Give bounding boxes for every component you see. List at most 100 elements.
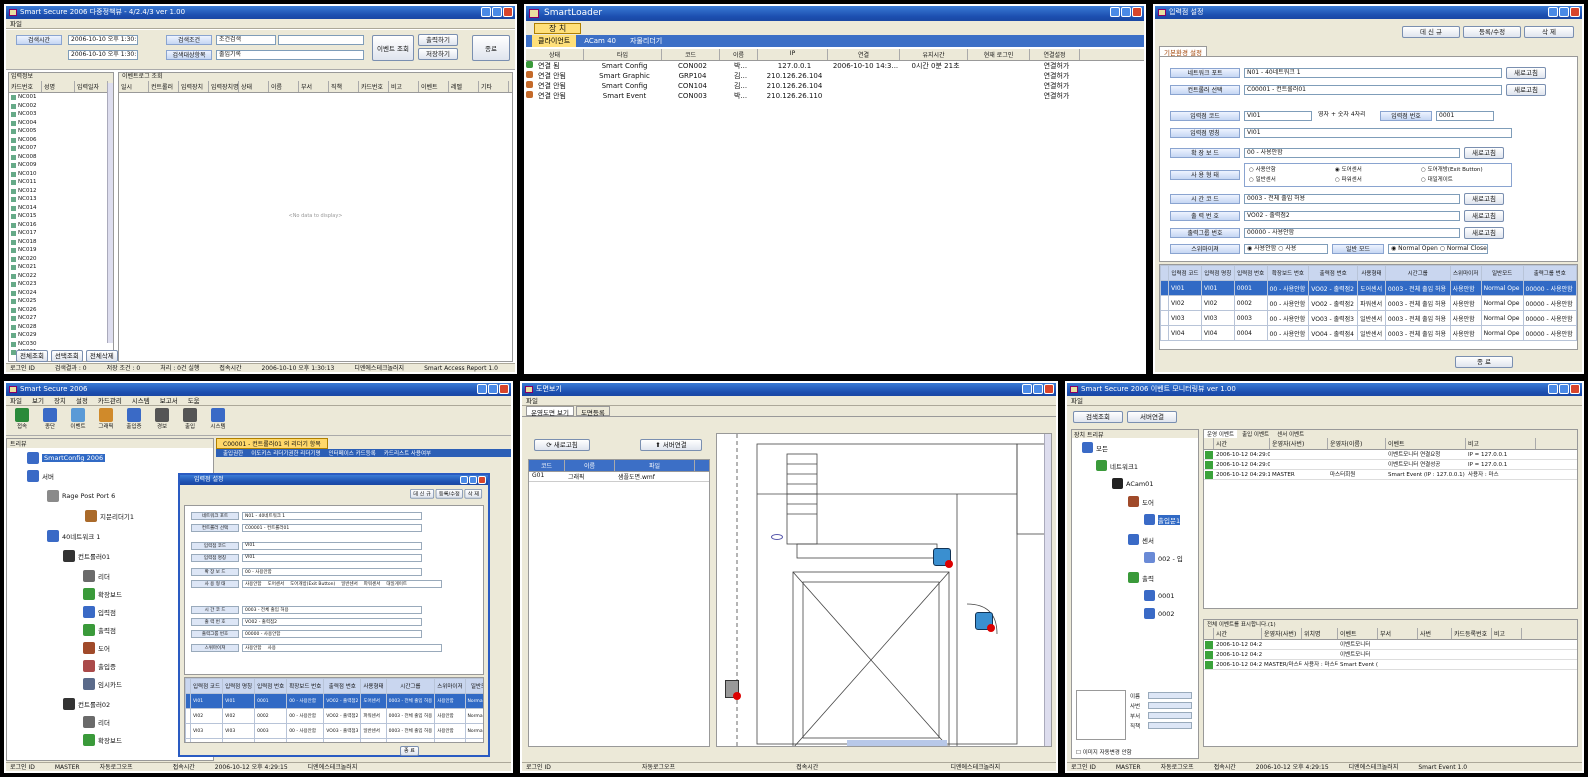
column-header[interactable]: 확장보드 번호 (286, 678, 325, 694)
menu-file[interactable]: 파일 (10, 19, 22, 28)
minimize-button[interactable] (477, 384, 487, 394)
column-header[interactable]: 상태 (239, 81, 269, 92)
close-button[interactable] (478, 476, 486, 484)
column-header[interactable]: 비고 (1492, 628, 1522, 639)
column-header[interactable]: 스위마이저 (434, 678, 466, 694)
list-item[interactable]: NC005 (9, 127, 113, 136)
tree-node[interactable]: 지문리더기1 (85, 510, 134, 522)
save-button[interactable]: 저장하기 (418, 48, 458, 60)
field-input[interactable]: VO02 - 출력점2 (242, 618, 422, 626)
column-header[interactable]: 입력점 코드 (189, 678, 224, 694)
column-header[interactable]: 입력일자 (75, 81, 108, 92)
tree-node[interactable]: 확장보드 (83, 734, 122, 746)
table-row[interactable]: VI03 VI03 0003 00 - 사용안함 VO03 - 출력점3 일반센서 0003… (1160, 310, 1577, 326)
column-header[interactable]: 일반모드 (464, 678, 483, 694)
list-button[interactable]: 전체삭제 (85, 350, 118, 362)
column-header[interactable]: 코드 (529, 460, 565, 471)
field-input[interactable]: C00001 - 컨트롤러01 (242, 524, 422, 532)
list-item[interactable]: NC021 (9, 263, 113, 272)
menu-item[interactable]: 도움 (188, 396, 200, 405)
list-item[interactable]: NC017 (9, 229, 113, 238)
tree-node[interactable]: 서버 (27, 470, 54, 482)
list-item[interactable]: NC008 (9, 153, 113, 162)
delete-button[interactable]: 삭 제 (1524, 26, 1574, 38)
output-select[interactable]: VO02 - 출력점2 (1244, 211, 1460, 221)
scrollbar[interactable] (107, 83, 113, 343)
column-header[interactable]: 입력장치 (179, 81, 209, 92)
menu-item[interactable]: 설정 (76, 396, 88, 405)
minimize-button[interactable] (481, 7, 491, 17)
start-time-input[interactable]: 2006-10-10 오후 1:30:13 (68, 35, 138, 45)
column-header[interactable]: 입력점 번호 (1233, 265, 1268, 281)
column-header[interactable]: 파일 (615, 460, 695, 471)
list-item[interactable]: NC023 (9, 280, 113, 289)
subtab[interactable]: 인터페이스 카드등록 (326, 449, 379, 457)
child-close-button[interactable]: 종 료 (400, 746, 419, 756)
tree-node[interactable]: Rage Post Port 6 (47, 490, 115, 502)
column-header[interactable]: 입력점 번호 (254, 678, 288, 694)
switch-radio[interactable]: ◉ 사용안함 ○ 사용 (1244, 244, 1328, 254)
code-input[interactable]: VI01 (1244, 111, 1312, 121)
column-header[interactable]: 입력점 명칭 (222, 678, 256, 694)
column-header[interactable]: IP (758, 49, 828, 60)
tab-1[interactable]: ACam 40 (578, 35, 622, 47)
table-row[interactable]: VI01 VI01 0001 00 - 사용안함 VO02 - 출력점2 도어센서 0003… (1160, 280, 1577, 296)
register-button[interactable]: 등록/수정 (1463, 26, 1521, 38)
tool-button[interactable]: 출입 (180, 408, 200, 433)
event-row[interactable]: 2006-10-12 04:21:? 이벤트모니터 (1204, 650, 1577, 660)
list-button[interactable]: 전체조회 (16, 350, 48, 362)
field-input[interactable]: 0003 - 전체 출입 허용 (242, 606, 422, 614)
condition-input[interactable] (278, 35, 364, 45)
field-input[interactable]: 00 - 사용안함 (242, 568, 422, 576)
list-item[interactable]: NC009 (9, 161, 113, 170)
tree-node[interactable]: 임시카드 (83, 678, 122, 690)
sensor-icon[interactable] (771, 534, 783, 540)
floorplan-canvas[interactable] (716, 433, 1052, 747)
menu-item[interactable]: 시스템 (132, 396, 150, 405)
tree-node[interactable]: 출입문1 (1144, 514, 1181, 525)
table-row[interactable]: VI02 VI02 0002 00 - 사용안함 VO02 - 출력점2 파워센서 0003… (1160, 295, 1577, 311)
client-row[interactable]: 연결 안됨 Smart Event CON003 박... 210.126.26.110… (526, 91, 1144, 101)
tab-0[interactable]: 클라이언트 (532, 35, 577, 47)
close-button[interactable] (1570, 384, 1580, 394)
maximize-button[interactable] (469, 476, 477, 484)
table-row[interactable]: VI04VI04000400 - 사용안함VO04 - 출력점4일반센서0003… (185, 738, 483, 742)
field-input[interactable]: N01 - 40네트워크 1 (242, 512, 422, 520)
list-item[interactable]: NC016 (9, 221, 113, 230)
table-row[interactable]: VI03 VI03 0003 00 - 사용안함 VO03 - 출력점3 일반센서 0003… (185, 723, 483, 739)
menu-file[interactable]: 파일 (526, 396, 538, 405)
close-form-button[interactable]: 종 료 (1455, 356, 1513, 368)
auto-image-checkbox[interactable]: ☐ 이미지 자동변경 안함 (1076, 748, 1132, 756)
close-button[interactable] (503, 7, 513, 17)
tree-node[interactable]: 0001 (1144, 590, 1175, 601)
minimize-button[interactable] (1022, 384, 1032, 394)
server-connect-button[interactable]: 서버연결 (1127, 411, 1177, 423)
column-header[interactable]: 이름 (565, 460, 615, 471)
column-header[interactable]: 이벤트 (419, 81, 449, 92)
column-header[interactable]: 일반모드 (1480, 265, 1524, 281)
column-header[interactable]: 이름 (269, 81, 299, 92)
tree-node[interactable]: 40네트워크 1 (47, 530, 100, 542)
left-tab[interactable]: 입력정보 (9, 73, 113, 81)
event-tab[interactable]: 출입 이벤트 (1239, 430, 1272, 438)
column-header[interactable]: 사용형태 (1357, 265, 1386, 281)
menu-item[interactable]: 파일 (10, 396, 22, 405)
tab-2[interactable]: 자물리더기 (624, 35, 668, 47)
column-header[interactable]: 연결 (828, 49, 900, 60)
tool-button[interactable]: 이벤트 (68, 408, 88, 433)
column-header[interactable]: 운영자(사번) (1270, 438, 1328, 449)
tab-register-plan[interactable]: 도면등록 (575, 406, 610, 417)
list-item[interactable]: NC019 (9, 246, 113, 255)
column-header[interactable]: 유지시간 (900, 49, 968, 60)
column-header[interactable]: 레벨 (449, 81, 479, 92)
minimize-button[interactable] (1110, 7, 1120, 17)
column-header[interactable]: 입력점 명칭 (1200, 265, 1235, 281)
plan-row[interactable]: G01 그래픽 샘플도면.wmf (529, 472, 709, 482)
print-button[interactable]: 출력하기 (418, 34, 458, 46)
list-item[interactable]: NC020 (9, 255, 113, 264)
tab-view-plan[interactable]: 운영도면 보기 (526, 406, 574, 417)
list-item[interactable]: NC029 (9, 331, 113, 340)
column-header[interactable]: 입력장치명 (209, 81, 239, 92)
tree-tab[interactable]: 장치 트리뷰 (1072, 430, 1198, 439)
tree-node[interactable]: 0002 (1144, 608, 1175, 619)
